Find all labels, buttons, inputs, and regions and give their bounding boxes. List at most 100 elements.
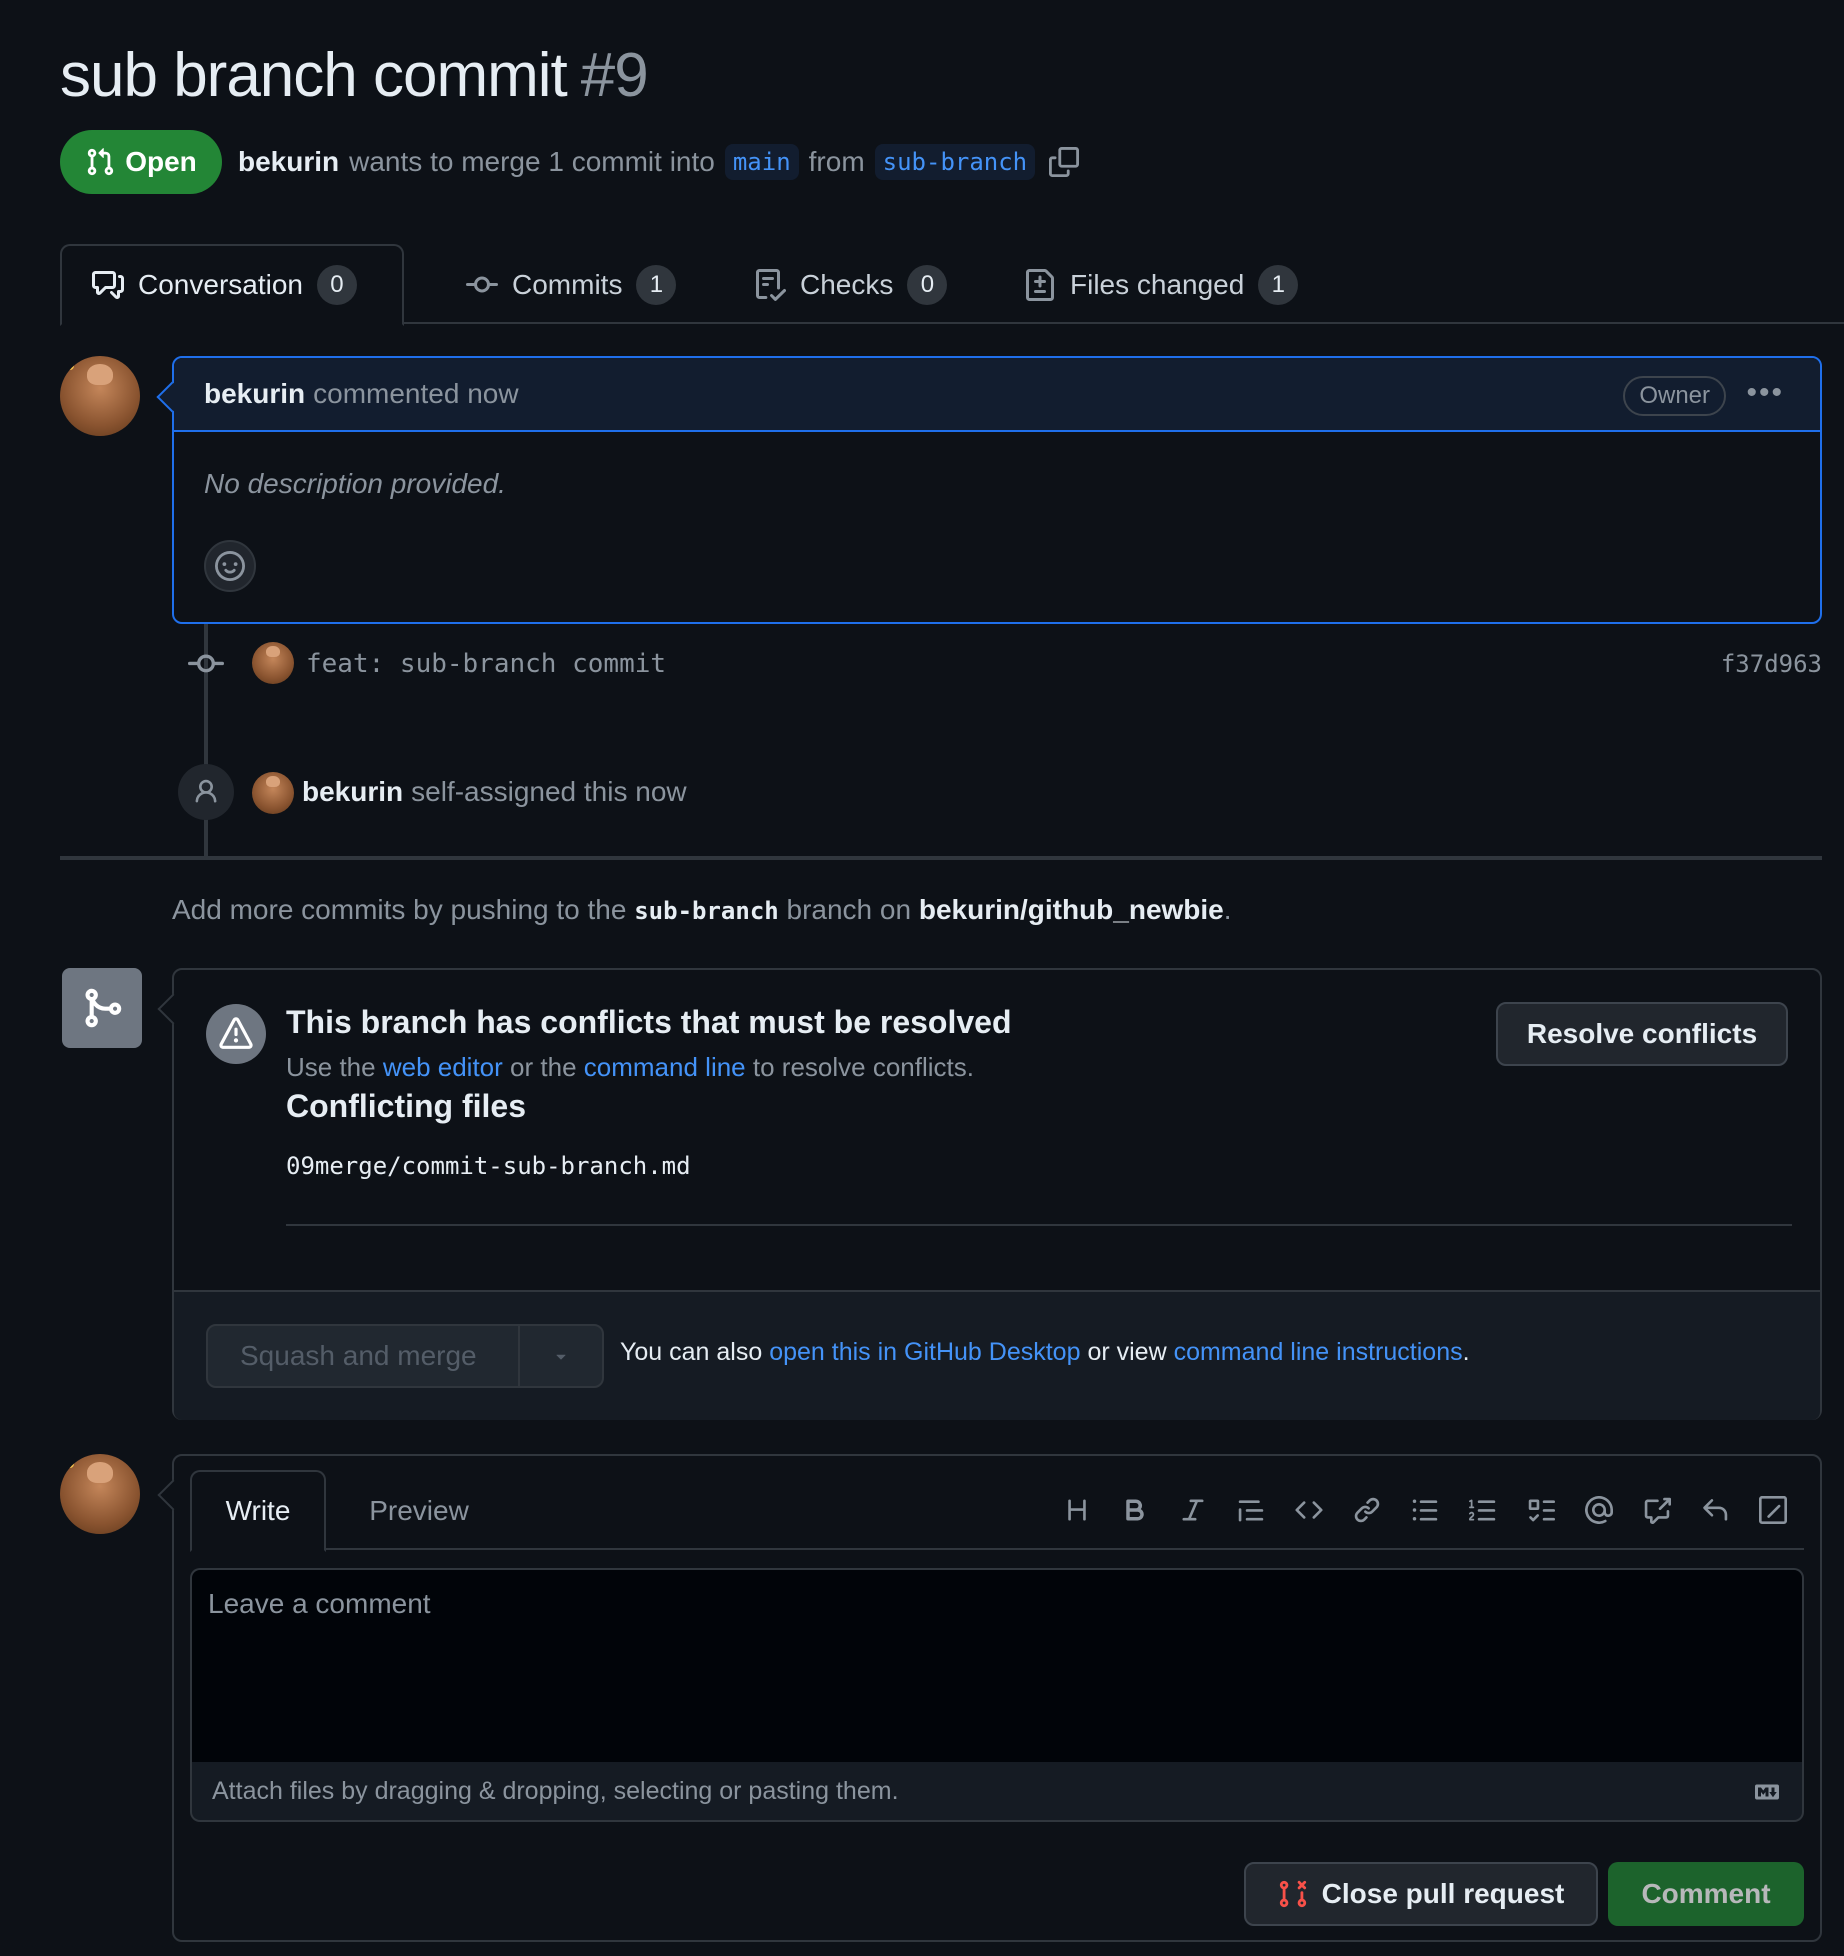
add-commits-hint: Add more commits by pushing to the sub-b… xyxy=(172,894,1232,926)
merge-text: wants to merge 1 commit into xyxy=(349,146,715,177)
triangle-down-icon xyxy=(551,1346,571,1366)
tab-conversation-label: Conversation xyxy=(138,269,303,300)
close-pull-request-label: Close pull request xyxy=(1321,1878,1565,1909)
head-branch[interactable]: sub-branch xyxy=(874,144,1036,180)
tab-write[interactable]: Write xyxy=(190,1470,326,1552)
unordered-list-icon[interactable] xyxy=(1396,1486,1454,1534)
commit-message[interactable]: feat: sub-branch commit xyxy=(306,649,666,679)
comment-body: No description provided. xyxy=(204,468,506,499)
link-icon[interactable] xyxy=(1338,1486,1396,1534)
merge-method-dropdown[interactable] xyxy=(520,1326,602,1386)
comment-composer: Write Preview Leave a comment Attach fil… xyxy=(172,1454,1822,1942)
pr-meta: bekurin wants to merge 1 commit into mai… xyxy=(238,138,1080,186)
close-pull-request-button[interactable]: Close pull request xyxy=(1244,1862,1598,1926)
assign-event: bekurin self-assigned this now xyxy=(302,768,687,816)
tab-preview[interactable]: Preview xyxy=(326,1470,512,1552)
commit-sha[interactable]: f37d963 xyxy=(1721,650,1822,678)
attach-files-text: Attach files by dragging & dropping, sel… xyxy=(212,1776,899,1805)
add-commits-prefix: Add more commits by pushing to the xyxy=(172,894,627,925)
cross-reference-icon[interactable] xyxy=(1628,1486,1686,1534)
avatar[interactable] xyxy=(252,642,294,684)
command-line-instructions-link[interactable]: command line instructions xyxy=(1174,1338,1463,1366)
web-editor-link[interactable]: web editor xyxy=(383,1052,503,1082)
bold-icon[interactable] xyxy=(1106,1486,1164,1534)
tab-checks-label: Checks xyxy=(800,269,894,300)
conflict-sub-middle: or the xyxy=(510,1052,577,1082)
reply-icon[interactable] xyxy=(1686,1486,1744,1534)
task-list-icon[interactable] xyxy=(1512,1486,1570,1534)
person-icon xyxy=(178,764,234,820)
comment-button[interactable]: Comment xyxy=(1608,1862,1804,1926)
footer-suffix: . xyxy=(1462,1338,1470,1366)
avatar[interactable] xyxy=(60,356,140,436)
mention-icon[interactable] xyxy=(1570,1486,1628,1534)
conflicting-files-heading: Conflicting files xyxy=(286,1088,526,1124)
conflicting-file: 09merge/commit-sub-branch.md xyxy=(286,1152,691,1180)
from-text: from xyxy=(808,146,865,177)
base-branch[interactable]: main xyxy=(724,144,799,180)
state-label: Open xyxy=(125,146,197,177)
conflict-sub-suffix: to resolve conflicts. xyxy=(752,1052,974,1082)
state-badge-open: Open xyxy=(60,130,222,194)
squash-and-merge-button[interactable]: Squash and merge xyxy=(208,1326,520,1386)
tab-commits-label: Commits xyxy=(512,269,623,300)
add-commits-branch: sub-branch xyxy=(634,897,779,925)
alert-icon xyxy=(206,1004,266,1064)
heading-icon[interactable] xyxy=(1048,1486,1106,1534)
copy-icon[interactable] xyxy=(1049,147,1080,177)
avatar[interactable] xyxy=(252,772,294,814)
ordered-list-icon[interactable] xyxy=(1454,1486,1512,1534)
pr-tabs: Conversation 0 Commits 1 Checks 0 Files … xyxy=(60,244,1844,326)
tab-files-changed-label: Files changed xyxy=(1070,269,1245,300)
tab-files-changed-count: 1 xyxy=(1258,265,1299,305)
assign-author[interactable]: bekurin xyxy=(302,776,403,808)
tab-commits-count: 1 xyxy=(636,265,677,305)
file-diff-icon xyxy=(1024,269,1056,301)
owner-badge: Owner xyxy=(1623,376,1726,416)
comment-meta[interactable]: commented now xyxy=(313,378,518,410)
pr-author-link[interactable]: bekurin xyxy=(238,146,339,178)
attach-files-bar[interactable]: Attach files by dragging & dropping, sel… xyxy=(190,1762,1804,1822)
slash-icon[interactable] xyxy=(1744,1486,1802,1534)
avatar[interactable] xyxy=(60,1454,140,1534)
markdown-icon[interactable] xyxy=(1750,1780,1784,1804)
tab-conversation[interactable]: Conversation 0 xyxy=(60,244,404,326)
add-commits-suffix: . xyxy=(1223,894,1232,925)
pr-description-comment: bekurin commented now Owner ••• No descr… xyxy=(172,356,1822,624)
comment-textarea[interactable]: Leave a comment xyxy=(190,1568,1804,1764)
checklist-icon xyxy=(754,269,786,301)
command-line-link[interactable]: command line xyxy=(584,1052,746,1082)
conflict-title: This branch has conflicts that must be r… xyxy=(286,1004,1012,1040)
footer-prefix: You can also xyxy=(620,1338,763,1366)
quote-icon[interactable] xyxy=(1222,1486,1280,1534)
conflict-subtitle: Use the web editor or the command line t… xyxy=(286,1052,974,1083)
smiley-icon xyxy=(215,551,245,581)
add-reaction-button[interactable] xyxy=(204,540,256,592)
merge-separator xyxy=(286,1224,1792,1226)
conflict-sub-prefix: Use the xyxy=(286,1052,376,1082)
merge-footer-text: You can also open this in GitHub Desktop… xyxy=(620,1338,1470,1367)
tab-commits[interactable]: Commits 1 xyxy=(436,244,706,326)
kebab-menu-icon[interactable]: ••• xyxy=(1746,376,1784,410)
italic-icon[interactable] xyxy=(1164,1486,1222,1534)
commit-icon xyxy=(188,646,224,682)
pr-title: sub branch commit #9 xyxy=(60,36,649,116)
resolve-conflicts-button[interactable]: Resolve conflicts xyxy=(1496,1002,1788,1066)
comment-author[interactable]: bekurin xyxy=(204,378,305,410)
timeline-divider xyxy=(60,856,1822,860)
add-commits-repo[interactable]: bekurin/github_newbie xyxy=(919,894,1224,925)
merge-box: This branch has conflicts that must be r… xyxy=(172,968,1822,1420)
conversation-icon xyxy=(92,269,124,301)
comment-header: bekurin commented now Owner ••• xyxy=(174,358,1820,432)
tab-files-changed[interactable]: Files changed 1 xyxy=(994,244,1328,326)
open-in-desktop-link[interactable]: open this in GitHub Desktop xyxy=(769,1338,1080,1366)
code-icon[interactable] xyxy=(1280,1486,1338,1534)
commit-icon xyxy=(466,269,498,301)
tab-checks[interactable]: Checks 0 xyxy=(724,244,977,326)
tab-conversation-count: 0 xyxy=(316,265,357,305)
pr-title-text: sub branch commit xyxy=(60,41,568,110)
git-pull-request-closed-icon xyxy=(1278,1879,1308,1909)
assign-text: self-assigned this now xyxy=(411,776,687,807)
commit-event: feat: sub-branch commit f37d963 xyxy=(186,640,1822,688)
merge-footer: Squash and merge You can also open this … xyxy=(174,1290,1820,1420)
